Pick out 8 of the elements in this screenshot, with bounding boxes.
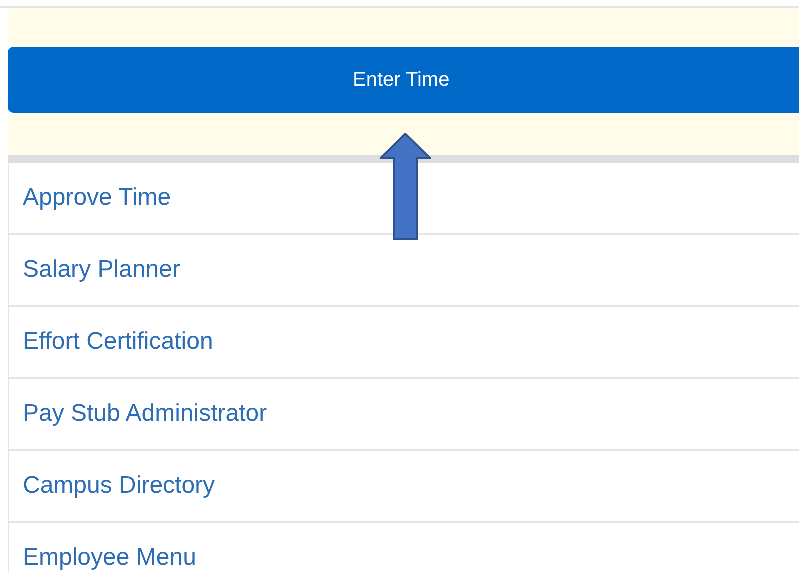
menu-link[interactable]: Campus Directory bbox=[23, 468, 216, 504]
menu-link[interactable]: Approve Time bbox=[23, 180, 172, 216]
enter-time-button[interactable]: Enter Time bbox=[8, 47, 799, 113]
menu-link[interactable]: Pay Stub Administrator bbox=[23, 396, 268, 432]
menu-link[interactable]: Effort Certification bbox=[23, 324, 214, 360]
up-arrow-icon bbox=[380, 133, 431, 240]
menu-link[interactable]: Employee Menu bbox=[23, 540, 196, 573]
menu-link[interactable]: Salary Planner bbox=[23, 252, 180, 288]
